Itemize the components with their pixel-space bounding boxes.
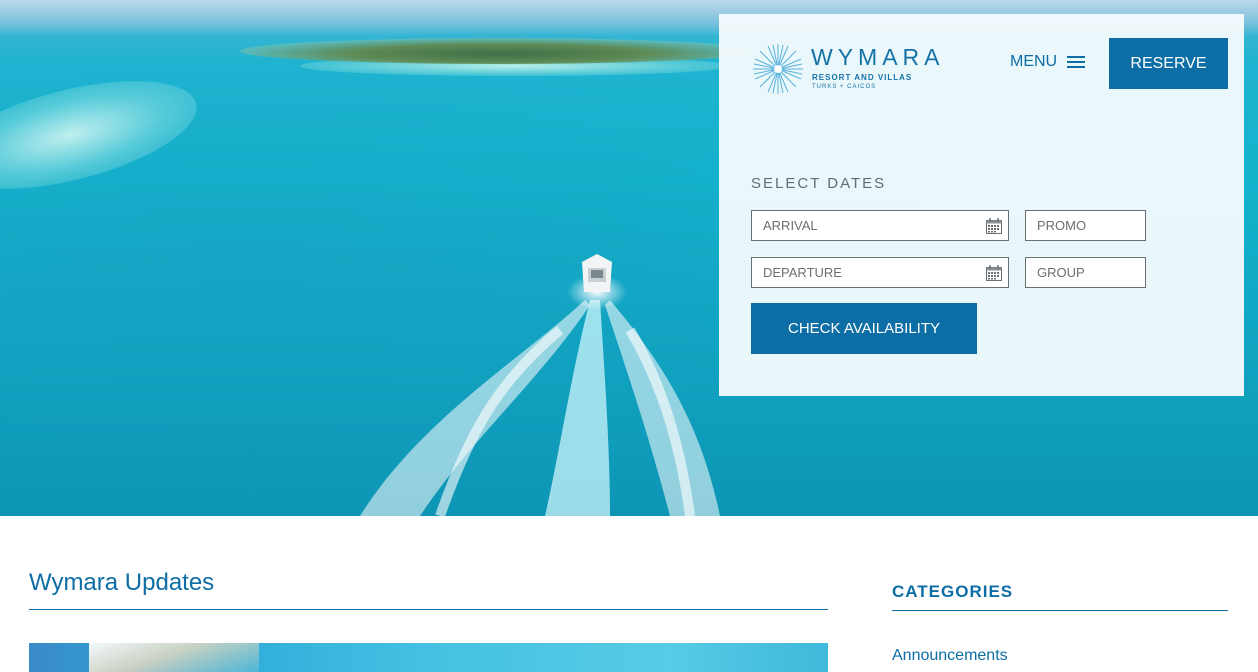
brand-name: WYMARA xyxy=(811,44,945,70)
hamburger-icon xyxy=(1067,55,1086,69)
calendar-icon[interactable] xyxy=(986,265,1002,281)
group-placeholder: GROUP xyxy=(1037,265,1085,280)
select-dates-heading: SELECT DATES xyxy=(751,175,887,192)
sunburst-logo-icon xyxy=(753,44,803,94)
arrival-placeholder: ARRIVAL xyxy=(763,218,818,233)
departure-field[interactable]: DEPARTURE xyxy=(751,257,1009,288)
brand-tagline: RESORT AND VILLAS xyxy=(812,73,913,82)
reserve-button[interactable]: RESERVE xyxy=(1109,38,1228,89)
category-link-announcements[interactable]: Announcements xyxy=(892,647,1008,665)
menu-button[interactable]: MENU xyxy=(1010,52,1086,72)
categories-divider xyxy=(892,610,1228,611)
promo-placeholder: PROMO xyxy=(1037,218,1087,233)
categories-heading: CATEGORIES xyxy=(892,582,1014,601)
post-featured-image[interactable] xyxy=(29,643,828,672)
wymara-logo[interactable]: WYMARA RESORT AND VILLAS TURKS + CAICOS xyxy=(751,42,961,96)
departure-placeholder: DEPARTURE xyxy=(763,265,842,280)
group-field[interactable]: GROUP xyxy=(1025,257,1146,288)
boat xyxy=(582,254,612,292)
calendar-icon[interactable] xyxy=(986,218,1002,234)
menu-label: MENU xyxy=(1010,53,1058,70)
brand-location: TURKS + CAICOS xyxy=(812,84,877,90)
section-divider xyxy=(29,609,828,610)
check-availability-button[interactable]: CHECK AVAILABILITY xyxy=(751,303,977,354)
section-title: Wymara Updates xyxy=(29,569,215,596)
arrival-field[interactable]: ARRIVAL xyxy=(751,210,1009,241)
promo-field[interactable]: PROMO xyxy=(1025,210,1146,241)
booking-panel: WYMARA RESORT AND VILLAS TURKS + CAICOS … xyxy=(719,14,1244,396)
